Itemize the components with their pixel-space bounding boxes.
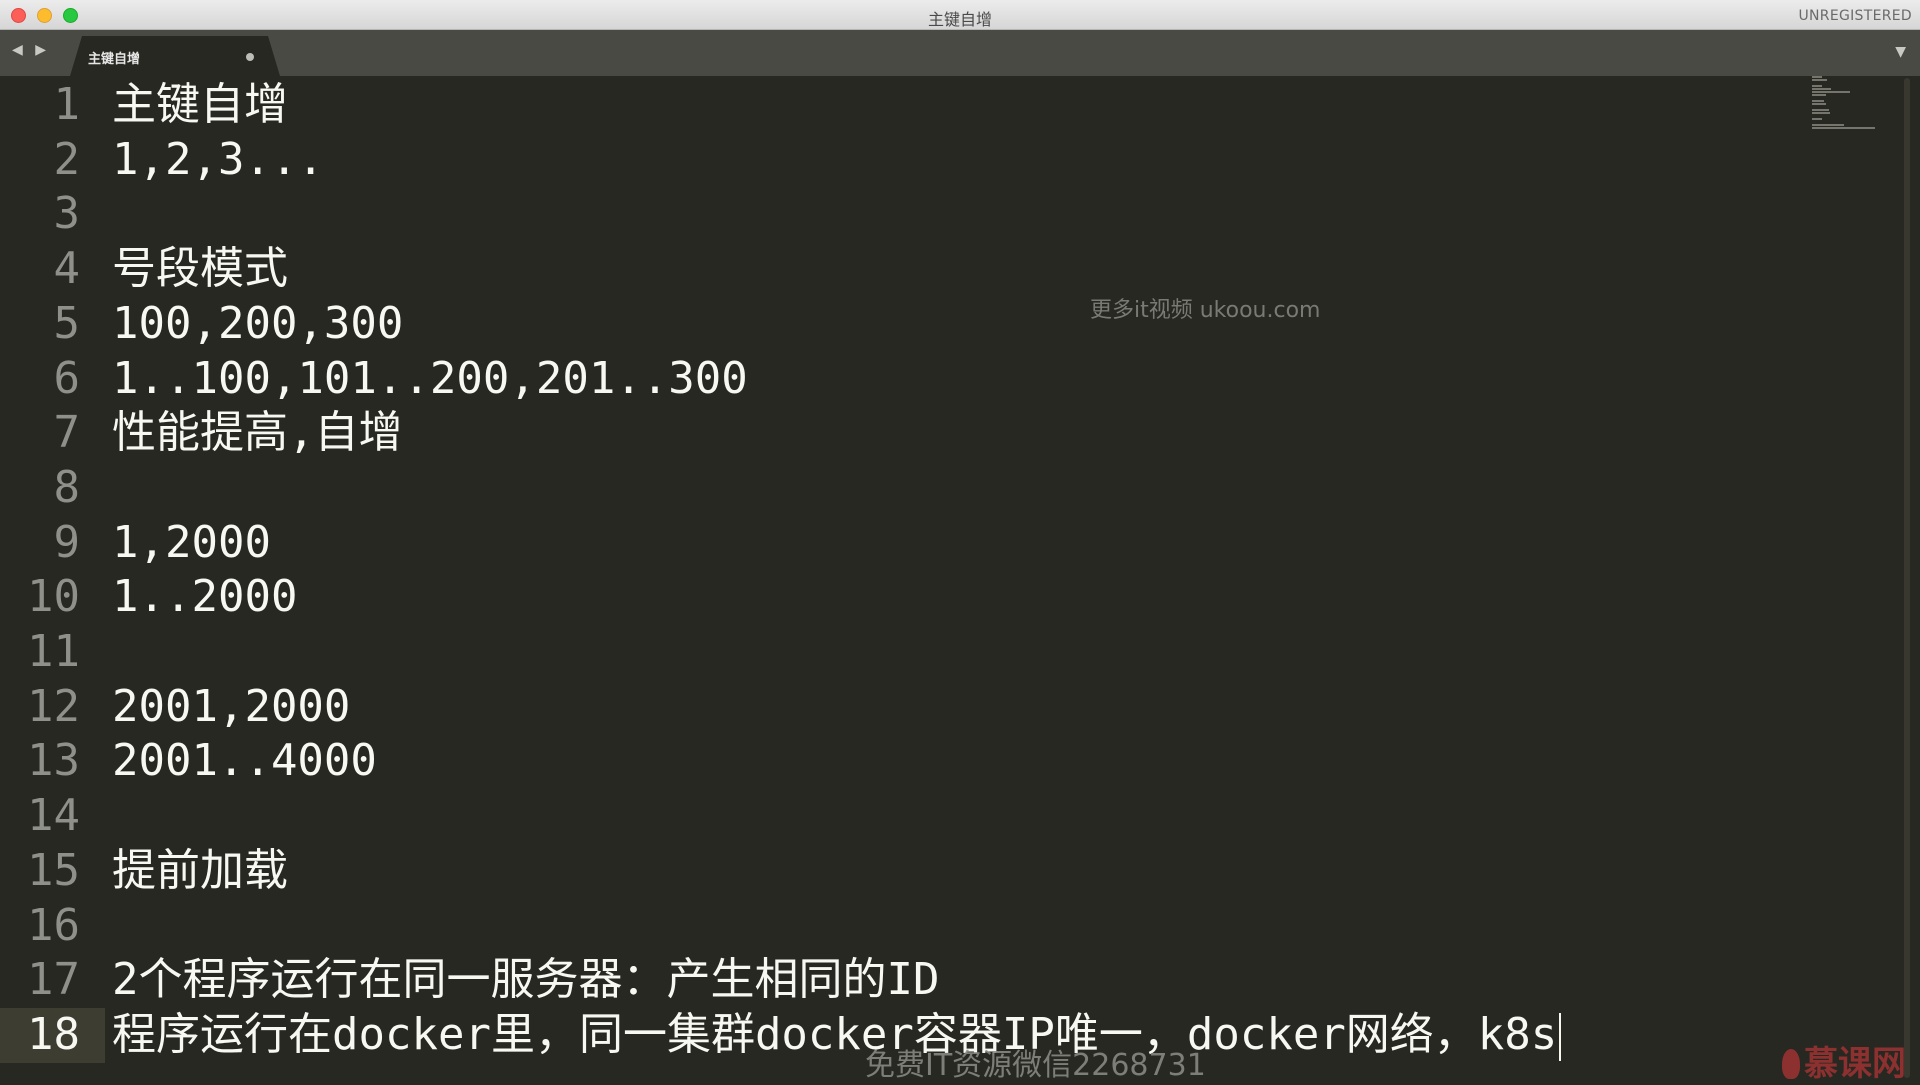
- code-line[interactable]: 程序运行在docker里，同一集群docker容器IP唯一，docker网络，k…: [112, 1008, 1562, 1063]
- minimap-row: [1812, 94, 1826, 96]
- code-line[interactable]: 1..2000: [112, 570, 297, 625]
- tab-label: 主键自增: [88, 52, 141, 67]
- line-number: 2: [53, 133, 81, 185]
- line-number: 6: [53, 352, 81, 404]
- minimap-row: [1812, 112, 1830, 114]
- vertical-scrollbar[interactable]: [1904, 78, 1910, 1078]
- window-title: 主键自增: [927, 10, 992, 29]
- line-number: 1: [53, 79, 81, 130]
- line-number: 14: [27, 790, 80, 842]
- line-number: 17: [27, 954, 80, 1006]
- line-number: 11: [27, 626, 80, 677]
- line-number: 10: [27, 571, 80, 623]
- code-line[interactable]: 主键自增: [112, 78, 288, 133]
- tab-list-dropdown-icon[interactable]: ▼: [1895, 44, 1906, 60]
- minimap-row: [1812, 88, 1832, 90]
- line-number: 7: [53, 407, 81, 459]
- line-number: 9: [53, 516, 81, 568]
- line-number-gutter: 1 2 3 4 5 6 7 8 9 10 11 12 13 14 15 16 17 18: [0, 76, 105, 1080]
- minimap-row: [1812, 127, 1875, 129]
- minimap-row: [1812, 109, 1829, 111]
- minimap-row: [1812, 124, 1844, 126]
- code-line[interactable]: 2001..4000: [112, 734, 377, 789]
- code-line[interactable]: 1,2,3...: [112, 133, 324, 188]
- minimap-row: [1812, 85, 1822, 87]
- code-line[interactable]: 提前加载: [112, 844, 288, 899]
- line-number: 4: [53, 243, 81, 295]
- line-number: 13: [27, 735, 80, 787]
- code-line[interactable]: 号段模式: [112, 242, 288, 297]
- line-number: 3: [53, 188, 81, 240]
- flame-icon: [1782, 1049, 1800, 1079]
- unsaved-indicator-icon[interactable]: [246, 53, 254, 61]
- line-number: 5: [53, 297, 81, 349]
- line-number: 18: [0, 1007, 105, 1063]
- code-line[interactable]: 1,2000: [112, 516, 271, 571]
- minimap-row: [1812, 79, 1828, 81]
- text-cursor: [1559, 1012, 1562, 1061]
- license-status: UNREGISTERED: [1798, 8, 1912, 24]
- tab-main-file[interactable]: 主键自增: [70, 36, 280, 76]
- minimap[interactable]: [1812, 76, 1892, 136]
- code-line[interactable]: 性能提高,自增: [112, 406, 403, 461]
- watermark-text: 更多it视频 ukoou.com: [1090, 298, 1321, 323]
- minimap-row: [1812, 76, 1822, 78]
- code-line[interactable]: 2个程序运行在同一服务器：产生相同的ID: [112, 953, 939, 1008]
- line-number: 8: [53, 461, 81, 513]
- brand-text: 慕课网: [1804, 1044, 1906, 1084]
- minimap-row: [1812, 100, 1825, 102]
- code-line[interactable]: 2001,2000: [112, 680, 350, 735]
- line-number: 15: [27, 844, 80, 896]
- minimap-row: [1812, 103, 1826, 105]
- line-number: 16: [27, 899, 80, 951]
- minimap-row: [1812, 91, 1850, 93]
- subtitle-overlay: 免费IT资源微信2268731: [865, 1048, 1206, 1083]
- line-number: 12: [27, 680, 80, 732]
- tab-bar: ◀ ▶ 主键自增 ▼: [0, 30, 1920, 76]
- code-line[interactable]: 100,200,300: [112, 297, 403, 352]
- minimap-row: [1812, 118, 1822, 120]
- title-bar: 主键自增 UNREGISTERED: [0, 0, 1920, 30]
- code-editor[interactable]: 1 2 3 4 5 6 7 8 9 10 11 12 13 14 15 16 17 18 主键自增 1,2,3...…: [0, 76, 1920, 1080]
- code-line[interactable]: 1..100,101..200,201..300: [112, 352, 748, 407]
- brand-logo: 慕课网: [1782, 1036, 1906, 1085]
- tab-navigation-arrows-icon[interactable]: ◀ ▶: [12, 42, 50, 58]
